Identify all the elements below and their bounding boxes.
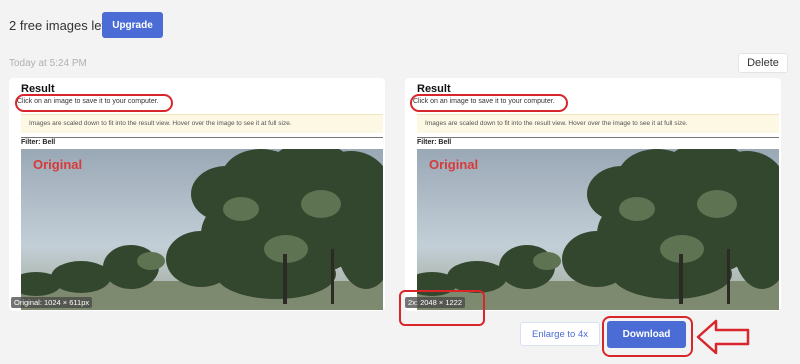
- result-image-2x[interactable]: Original: [417, 149, 779, 310]
- image-size-badge: 2x: 2048 × 1222: [405, 297, 466, 308]
- save-instruction: Click on an image to save it to your com…: [413, 98, 555, 105]
- upgrade-button[interactable]: Upgrade: [102, 12, 163, 38]
- result-image-original[interactable]: Original: [21, 149, 383, 310]
- result-card-original: Result Click on an image to save it to y…: [9, 78, 385, 311]
- scaled-notice: Images are scaled down to fit into the r…: [21, 114, 383, 133]
- image-caption: Original: [429, 157, 479, 172]
- tree-photo: [417, 149, 779, 310]
- image-caption: Original: [33, 157, 83, 172]
- download-button[interactable]: Download: [607, 321, 686, 348]
- enlarge-button[interactable]: Enlarge to 4x: [520, 322, 600, 346]
- save-instruction: Click on an image to save it to your com…: [17, 98, 159, 105]
- tree-photo: [21, 149, 383, 310]
- result-title: Result: [21, 83, 55, 95]
- right-pointing-annotation-arrow-icon: [696, 319, 750, 355]
- result-card-2x: Result Click on an image to save it to y…: [405, 78, 781, 311]
- top-bar: 2 free images left Upgrade: [0, 0, 800, 50]
- free-images-count: 2 free images left: [9, 18, 109, 33]
- result-timestamp: Today at 5:24 PM: [9, 58, 87, 69]
- result-title: Result: [417, 83, 451, 95]
- filter-label: Filter: Bell: [21, 137, 383, 146]
- scaled-notice: Images are scaled down to fit into the r…: [417, 114, 779, 133]
- delete-button[interactable]: Delete: [738, 53, 788, 73]
- image-size-badge: Original: 1024 × 611px: [11, 297, 93, 308]
- filter-label: Filter: Bell: [417, 137, 779, 146]
